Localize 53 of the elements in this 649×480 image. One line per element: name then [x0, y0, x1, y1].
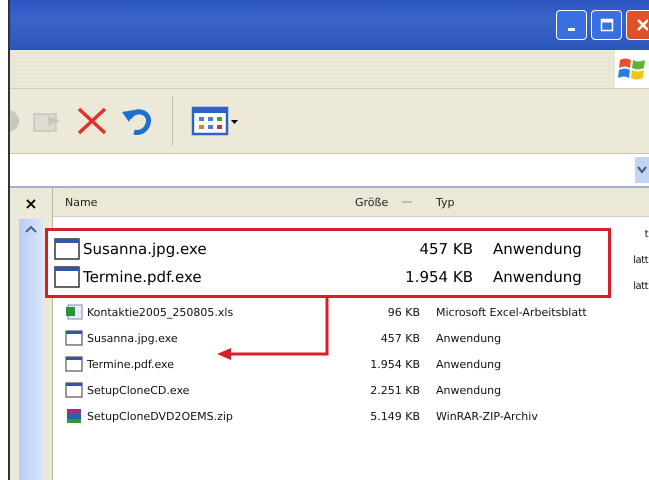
application-icon: [54, 238, 80, 260]
file-type: Anwendung: [493, 240, 582, 258]
file-type: latt: [632, 280, 649, 292]
application-icon: [65, 330, 83, 346]
file-size: 2.251 KB: [369, 384, 420, 396]
file-type: t: [644, 228, 649, 240]
address-field[interactable]: [10, 154, 649, 188]
file-name[interactable]: Termine.pdf.exe: [87, 358, 174, 370]
chevron-icon: [637, 166, 647, 174]
file-type: WinRAR-ZIP-Archiv: [435, 410, 538, 422]
scroll-up-icon: [25, 225, 37, 233]
spreadsheet-icon: [65, 304, 83, 320]
views-icon: [191, 106, 241, 136]
file-type: Anwendung: [435, 358, 502, 370]
application-icon: [54, 266, 80, 288]
file-name: Susanna.jpg.exe: [83, 240, 208, 258]
file-size: 457 KB: [418, 240, 473, 258]
minimize-button[interactable]: [556, 10, 587, 40]
column-header[interactable]: Größe: [335, 196, 420, 208]
file-name: Termine.pdf.exe: [83, 268, 203, 286]
application-icon: [65, 356, 83, 372]
application-icon: [65, 382, 83, 398]
close-pane-button[interactable]: ×: [24, 188, 38, 219]
maximize-icon: [600, 18, 614, 32]
file-size: 1.954 KB: [369, 358, 420, 370]
delete-icon: [76, 107, 108, 135]
windows-flag-icon: [615, 50, 649, 88]
file-name[interactable]: Kontaktie2005_250805.xls: [87, 306, 234, 318]
file-size: 1.954 KB: [404, 268, 473, 286]
undo-button[interactable]: [120, 106, 154, 136]
file-type: Anwendung: [435, 332, 502, 344]
file-size: 457 KB: [380, 332, 420, 344]
file-size: 5.149 KB: [369, 410, 420, 422]
file-type: Microsoft Excel-Arbeitsblatt: [435, 306, 587, 318]
scrollbar[interactable]: [19, 219, 43, 480]
undo-icon: [120, 106, 154, 136]
minimize-icon: [568, 28, 575, 30]
close-button[interactable]: [626, 10, 649, 40]
dropdown-button[interactable]: [635, 157, 649, 183]
close-icon: [636, 18, 648, 32]
maximize-button[interactable]: [591, 10, 622, 40]
file-name[interactable]: SetupCloneDVD2OEMS.zip: [87, 410, 233, 422]
delete-button[interactable]: [76, 107, 108, 135]
file-size: 96 KB: [386, 306, 420, 318]
views-button[interactable]: [191, 106, 241, 136]
column-header[interactable]: Typ: [420, 196, 454, 208]
column-header[interactable]: Name: [53, 196, 335, 208]
file-type: latt: [632, 254, 649, 266]
archive-icon: [65, 408, 83, 424]
file-type: Anwendung: [435, 384, 502, 396]
file-name[interactable]: Susanna.jpg.exe: [87, 332, 178, 344]
file-name[interactable]: SetupCloneCD.exe: [87, 384, 190, 396]
file-type: Anwendung: [493, 268, 582, 286]
